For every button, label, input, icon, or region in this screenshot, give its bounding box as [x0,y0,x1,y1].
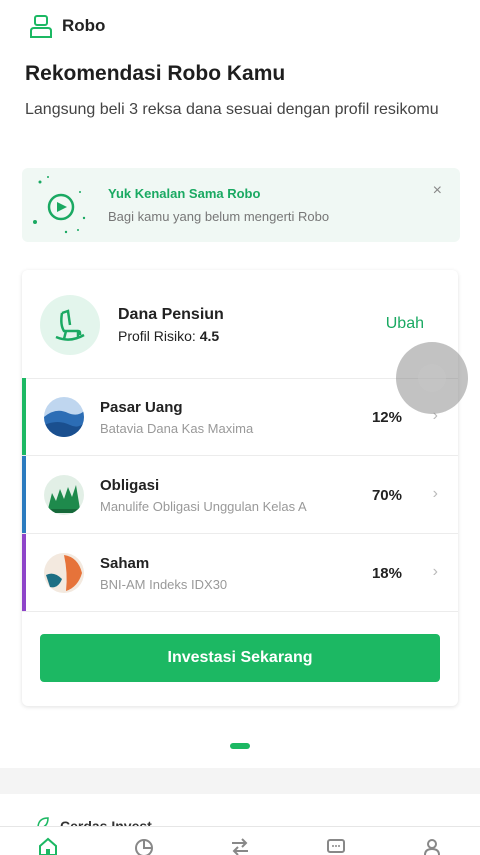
fund-product: BNI-AM Indeks IDX30 [100,577,228,592]
robo-intro-banner[interactable]: Yuk Kenalan Sama Robo Bagi kamu yang bel… [22,168,460,242]
fund-row-pasar-uang[interactable]: Pasar Uang Batavia Dana Kas Maxima 12% › [22,378,458,456]
fund-category: Pasar Uang [100,399,183,416]
app-header: Robo [0,0,480,52]
bni-am-logo-icon [44,553,84,593]
recommendation-card: Dana Pensiun Profil Risiko: 4.5 Ubah Pas… [22,270,458,706]
invest-now-button[interactable]: Investasi Sekarang [40,634,440,682]
chevron-right-icon: › [432,485,438,502]
fund-percent: 12% [371,409,402,426]
app-title: Robo [62,16,106,35]
risk-profile-text: Profil Risiko: 4.5 [118,328,219,344]
fund-row-saham[interactable]: Saham BNI-AM Indeks IDX30 18% › [22,534,458,612]
touch-indicator [396,342,468,414]
page-title: Rekomendasi Robo Kamu [25,62,286,85]
chevron-right-icon: › [432,563,438,580]
close-icon[interactable]: × [433,182,442,200]
fund-category: Obligasi [100,477,160,494]
fund-product: Manulife Obligasi Unggulan Kelas A [100,499,307,514]
page-subtitle: Langsung beli 3 reksa dana sesuai dengan… [25,101,439,118]
carousel-indicator[interactable] [230,743,250,749]
banner-subtitle: Bagi kamu yang belum mengerti Robo [108,209,330,224]
leaf-icon [37,817,49,826]
risk-profile: Dana Pensiun Profil Risiko: 4.5 Ubah [22,270,458,379]
account-icon[interactable] [422,837,442,855]
category-color-bar [22,378,26,455]
transaction-icon[interactable] [230,837,250,855]
play-icon [33,176,86,234]
banner-title: Yuk Kenalan Sama Robo [108,186,261,201]
category-color-bar [22,456,26,533]
edit-profile-button[interactable]: Ubah [386,315,424,333]
fund-percent: 70% [371,487,402,504]
fund-percent: 18% [371,565,402,582]
portfolio-icon[interactable] [134,837,154,855]
section-divider [0,768,480,794]
bottom-navigation [0,826,480,855]
robo-icon [30,15,52,38]
rocking-chair-icon [40,295,100,355]
fund-row-obligasi[interactable]: Obligasi Manulife Obligasi Unggulan Kela… [22,456,458,534]
touch-indicator-core [418,364,446,392]
chat-icon[interactable] [326,837,346,855]
home-icon[interactable] [38,837,58,855]
next-section-peek: Cerdas Invest [0,794,480,826]
profile-name: Dana Pensiun [118,306,224,323]
manulife-logo-icon [44,475,84,515]
fund-category: Saham [100,555,150,572]
batavia-logo-icon [44,397,84,437]
category-color-bar [22,534,26,611]
next-section-title: Cerdas Invest [60,818,152,826]
fund-product: Batavia Dana Kas Maxima [100,421,254,436]
risk-label: Profil Risiko: [118,328,196,344]
risk-value: 4.5 [199,328,220,344]
